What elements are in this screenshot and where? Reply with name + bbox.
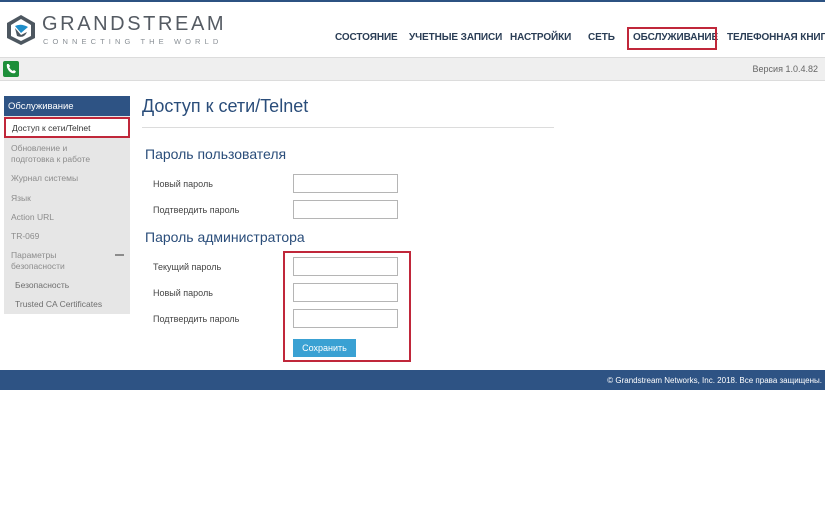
page-title: Доступ к сети/Telnet (142, 96, 309, 116)
nav-active-highlight (627, 27, 717, 50)
sidebar-item-security-settings[interactable]: Параметры безопасности (11, 250, 81, 272)
collapse-icon[interactable] (115, 254, 124, 256)
user-password-section-title: Пароль пользователя (145, 146, 287, 162)
footer: © Grandstream Networks, Inc. 2018. Все п… (0, 370, 825, 390)
admin-new-password-label: Новый пароль (153, 288, 213, 298)
user-new-password-input[interactable] (293, 174, 398, 193)
sidebar-subitem-trusted-ca[interactable]: Trusted CA Certificates (15, 299, 102, 309)
sidebar-item-network-telnet[interactable]: Доступ к сети/Telnet (4, 117, 130, 138)
phone-icon[interactable] (3, 61, 19, 77)
admin-current-password-label: Текущий пароль (153, 262, 222, 272)
nav-item-status[interactable]: СОСТОЯНИЕ (335, 32, 398, 43)
grandstream-logo-icon (7, 15, 35, 45)
toolbar: Версия 1.0.4.82 (0, 57, 825, 81)
admin-confirm-password-label: Подтвердить пароль (153, 314, 240, 324)
nav-item-phonebook[interactable]: ТЕЛЕФОННАЯ КНИГА (727, 32, 825, 43)
header: GRANDSTREAM CONNECTING THE WORLD СОСТОЯН… (0, 2, 825, 57)
sidebar-item-syslog[interactable]: Журнал системы (11, 173, 78, 184)
nav-item-accounts[interactable]: УЧЕТНЫЕ ЗАПИСИ (409, 32, 502, 43)
nav-item-network[interactable]: СЕТЬ (588, 32, 615, 43)
user-confirm-password-input[interactable] (293, 200, 398, 219)
admin-password-section-title: Пароль администратора (145, 229, 305, 245)
sidebar: Обслуживание Доступ к сети/Telnet Обновл… (4, 96, 130, 314)
user-confirm-password-label: Подтвердить пароль (153, 205, 240, 215)
phone-handset-icon (6, 64, 16, 74)
firmware-version: Версия 1.0.4.82 (752, 64, 818, 74)
sidebar-item-tr069[interactable]: TR-069 (11, 231, 39, 242)
save-button[interactable]: Сохранить (293, 339, 356, 357)
sidebar-header[interactable]: Обслуживание (4, 96, 130, 116)
brand-name: GRANDSTREAM (42, 13, 227, 35)
footer-copyright: © Grandstream Networks, Inc. 2018. Все п… (607, 376, 822, 385)
sidebar-item-upgrade[interactable]: Обновление и подготовка к работе (11, 143, 103, 165)
nav-item-settings[interactable]: НАСТРОЙКИ (510, 32, 571, 43)
user-new-password-label: Новый пароль (153, 179, 213, 189)
sidebar-subitem-security[interactable]: Безопасность (15, 280, 69, 290)
sidebar-item-language[interactable]: Язык (11, 193, 31, 204)
sidebar-item-action-url[interactable]: Action URL (11, 212, 54, 223)
title-divider (142, 127, 554, 128)
brand-tagline: CONNECTING THE WORLD (43, 37, 223, 46)
